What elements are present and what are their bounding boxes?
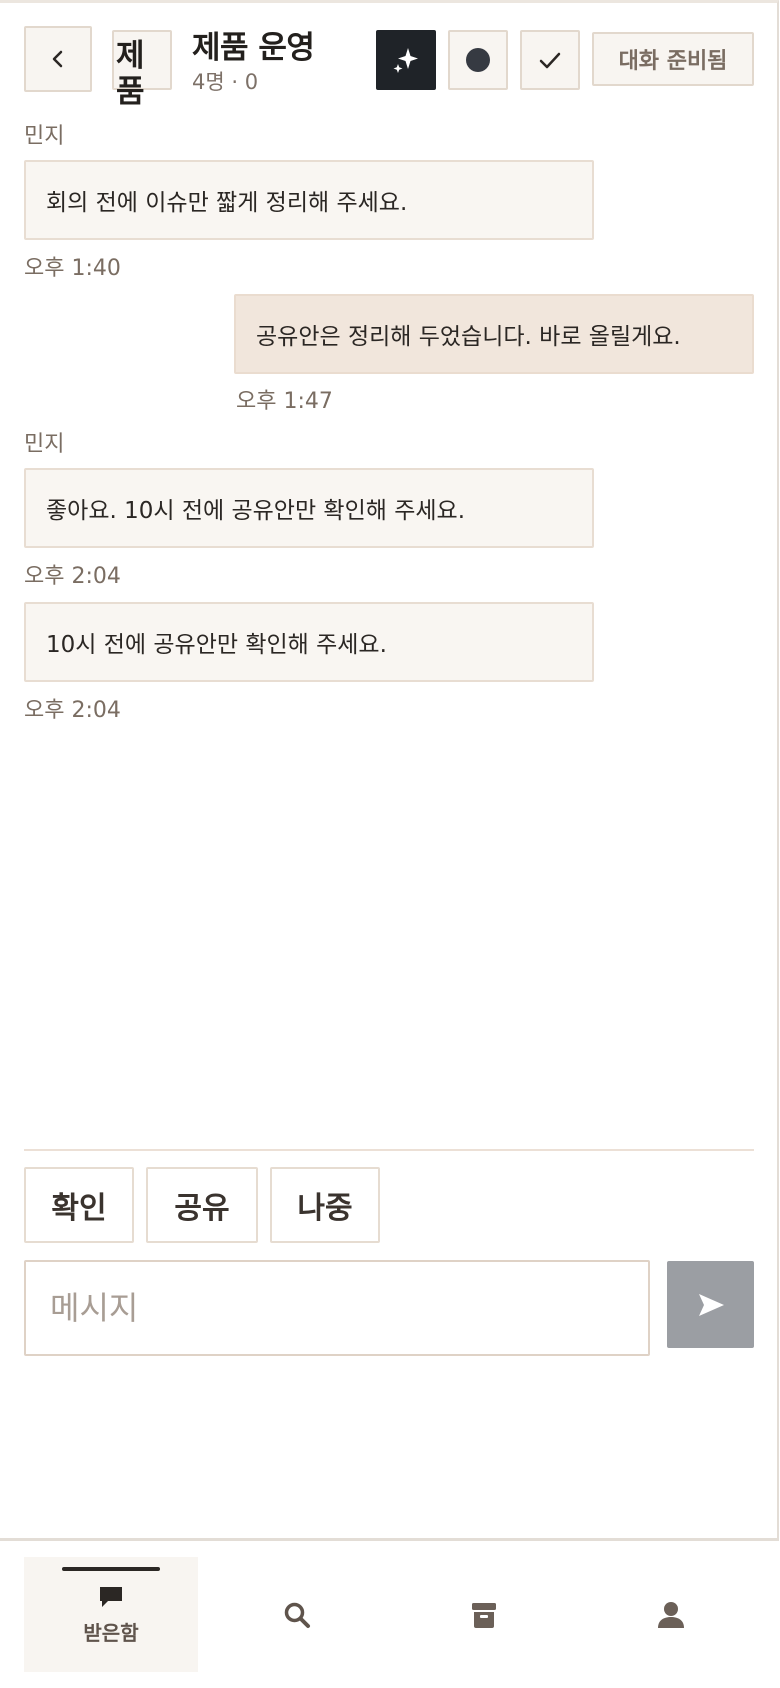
- avatar-text: 제품: [116, 38, 145, 110]
- nav-search[interactable]: [210, 1557, 384, 1672]
- message-input[interactable]: [24, 1260, 650, 1356]
- sparkle-icon: [393, 48, 418, 73]
- member-count: 4명 · 0: [192, 70, 259, 94]
- message-sender: 민지: [24, 124, 65, 149]
- circle-icon: [466, 48, 490, 72]
- nav-label: 받은함: [83, 1621, 139, 1645]
- nav-inbox[interactable]: 받은함: [24, 1557, 198, 1672]
- archive-icon: [472, 1602, 496, 1628]
- ai-sparkle-button[interactable]: [376, 30, 436, 90]
- nav-profile[interactable]: [584, 1557, 758, 1672]
- send-icon: [698, 1293, 724, 1316]
- nav-active-indicator: [62, 1567, 160, 1571]
- message-bubble[interactable]: 10시 전에 공유안만 확인해 주세요.: [24, 602, 594, 682]
- chevron-left-icon: [52, 50, 63, 68]
- message-time: 오후 2:04: [24, 698, 121, 723]
- nav-archive[interactable]: [397, 1557, 571, 1672]
- quick-reply-share[interactable]: 공유: [146, 1167, 258, 1243]
- message-bubble[interactable]: 좋아요. 10시 전에 공유안만 확인해 주세요.: [24, 468, 594, 548]
- conversation-ready-button[interactable]: 대화 준비됨: [592, 32, 754, 86]
- message-time: 오후 1:40: [24, 256, 121, 281]
- back-button[interactable]: [24, 26, 92, 92]
- record-button[interactable]: [448, 30, 508, 90]
- check-button[interactable]: [520, 30, 580, 90]
- checkmark-icon: [539, 52, 561, 69]
- chat-bubble-icon: [100, 1587, 122, 1607]
- composer-divider: [24, 1149, 754, 1151]
- message-bubble-mine[interactable]: 공유안은 정리해 두었습니다. 바로 올릴게요.: [234, 294, 754, 374]
- search-icon: [284, 1602, 310, 1628]
- quick-reply-later[interactable]: 나중: [270, 1167, 380, 1243]
- message-sender: 민지: [24, 432, 65, 457]
- send-button[interactable]: [667, 1261, 754, 1348]
- quick-reply-confirm[interactable]: 확인: [24, 1167, 134, 1243]
- message-time: 오후 1:47: [236, 389, 333, 414]
- message-bubble[interactable]: 회의 전에 이슈만 짧게 정리해 주세요.: [24, 160, 594, 240]
- avatar: 제품: [112, 30, 172, 110]
- message-time: 오후 2:04: [24, 564, 121, 589]
- profile-icon: [658, 1601, 684, 1628]
- page-title: 제품 운영: [192, 30, 315, 66]
